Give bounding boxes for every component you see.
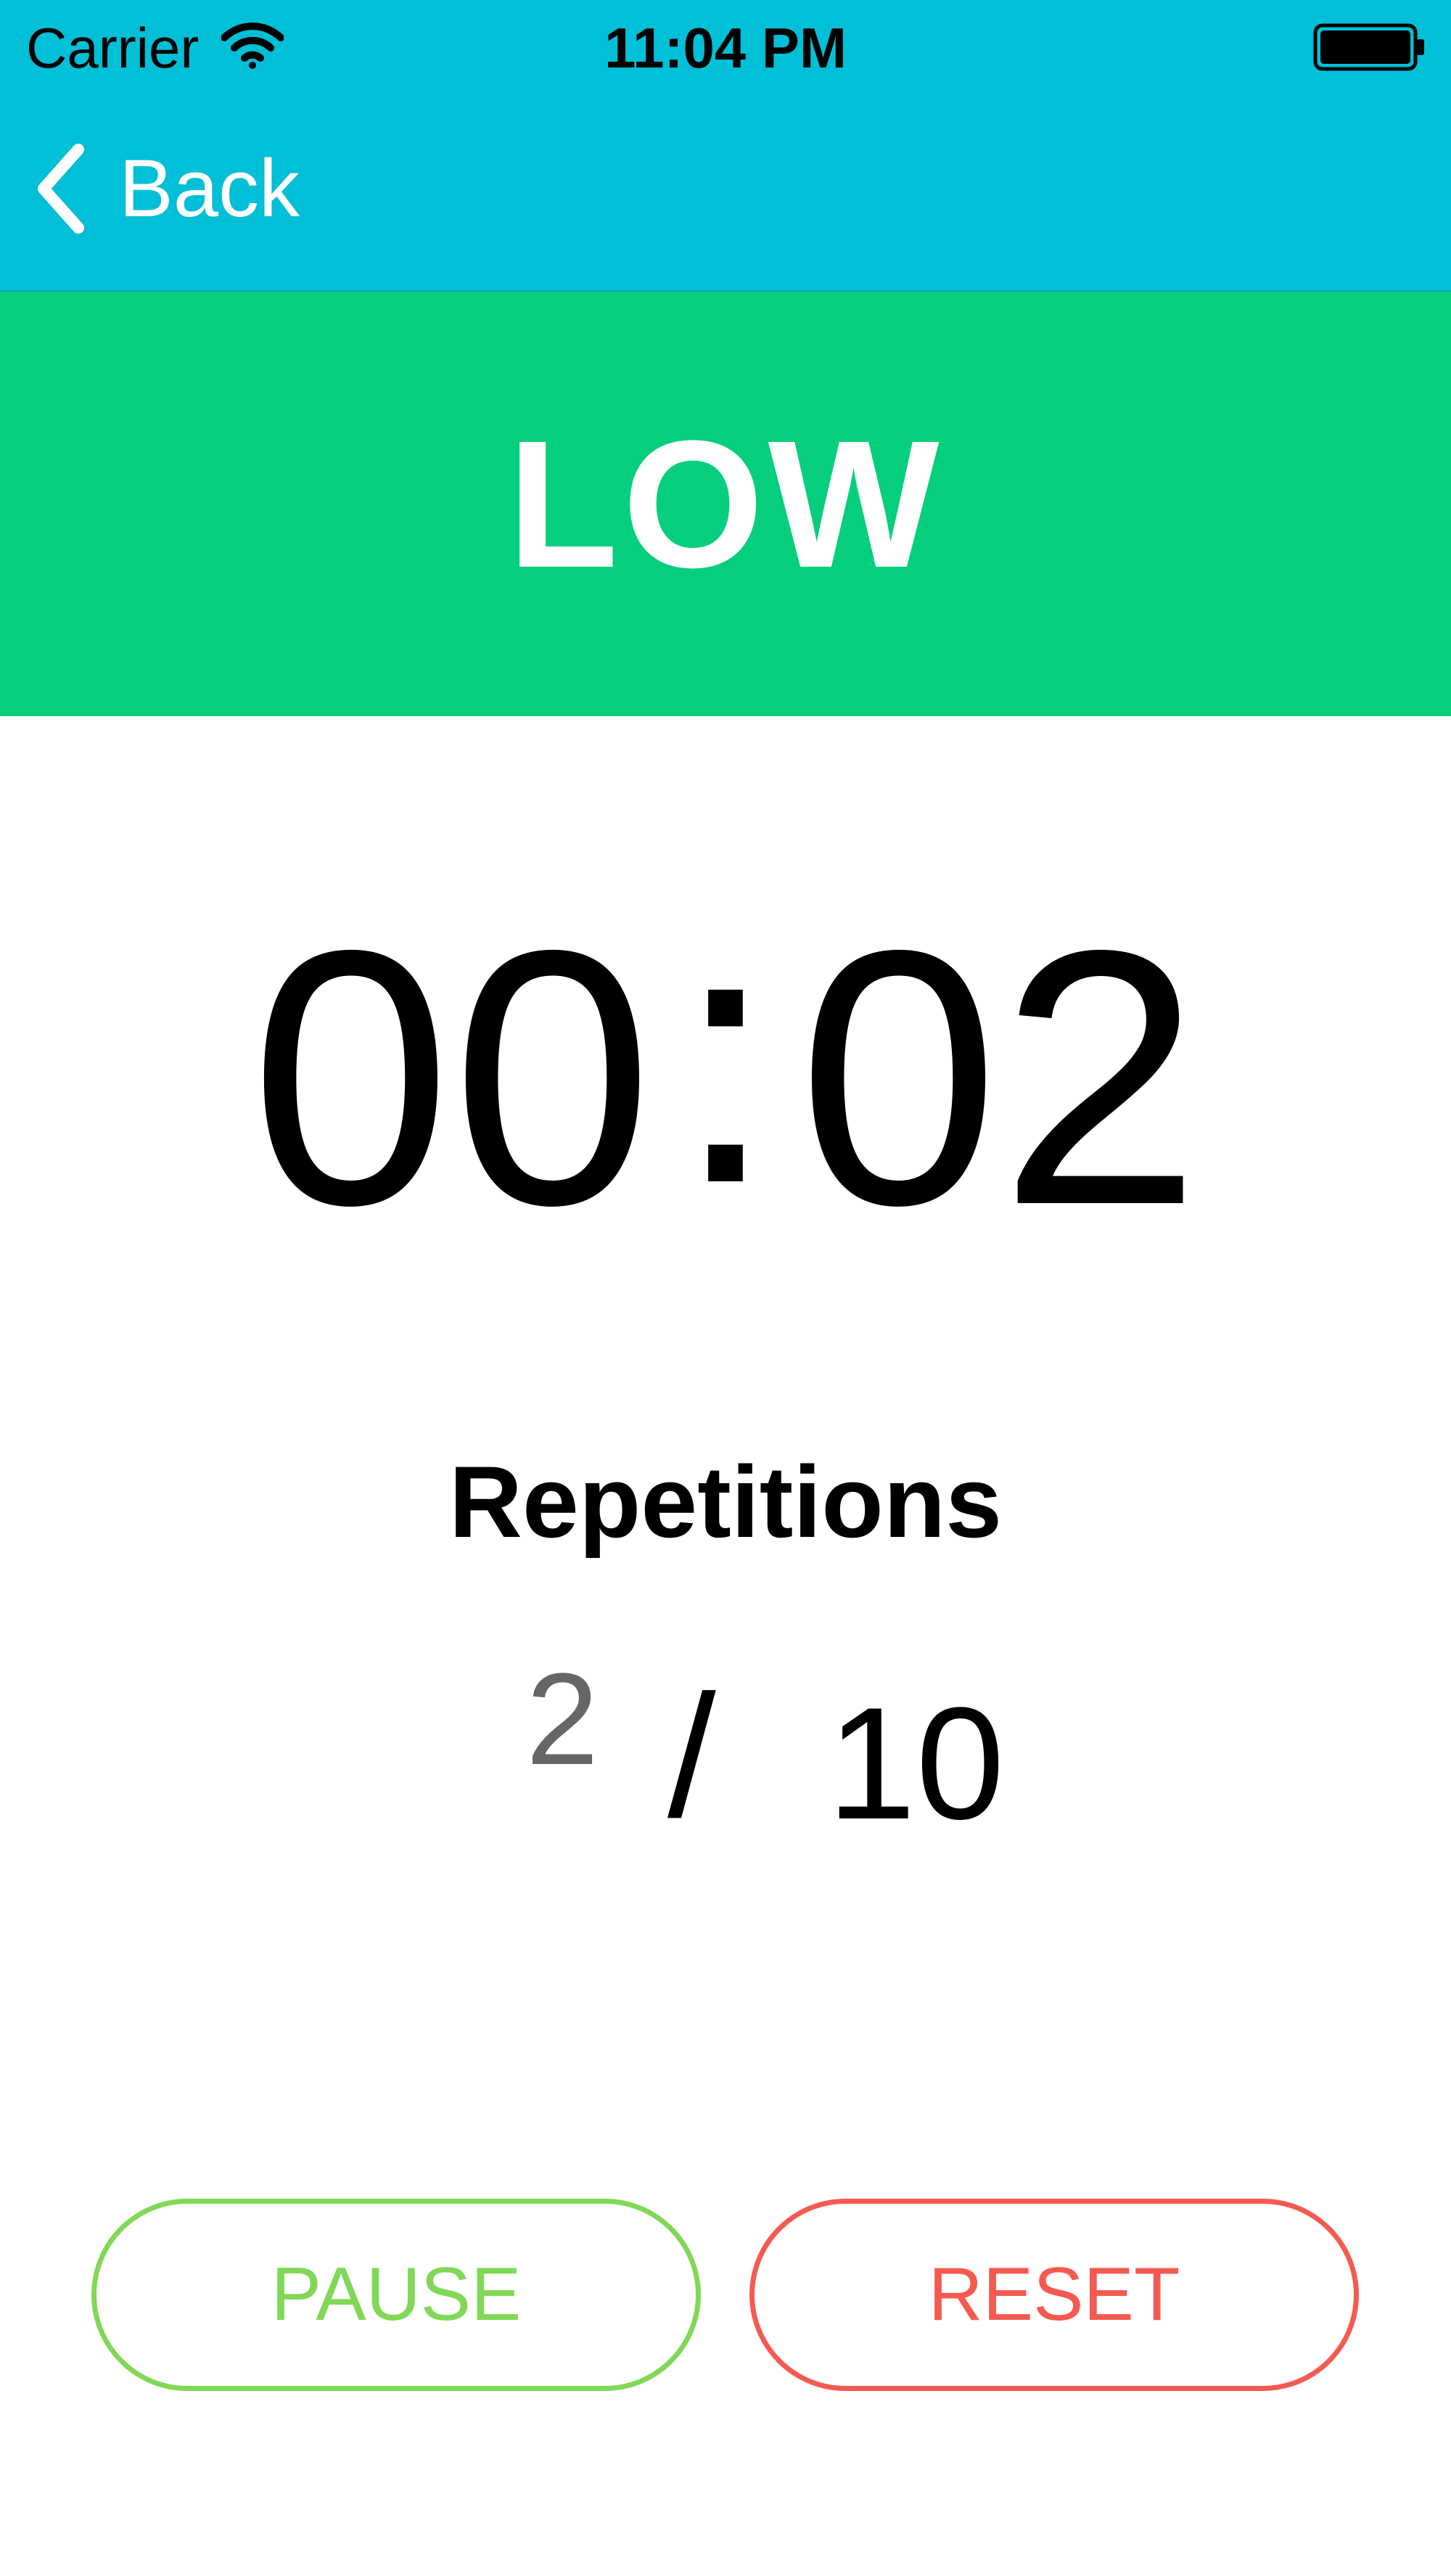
repetitions-counter: 2 / 10 [0, 1646, 1451, 1851]
timer-separator: : [675, 853, 776, 1258]
reset-button-label: RESET [928, 2252, 1180, 2337]
timer-minutes: 00 [250, 874, 654, 1280]
status-bar: Carrier 11:04 PM [0, 0, 1451, 94]
intensity-banner: LOW [0, 292, 1451, 716]
repetitions-total: 10 [827, 1674, 1005, 1853]
back-label: Back [119, 143, 300, 234]
repetitions-current: 2 [526, 1646, 599, 1792]
reset-button[interactable]: RESET [749, 2199, 1359, 2391]
status-time: 11:04 PM [604, 16, 847, 80]
navigation-bar: Carrier 11:04 PM Back [0, 0, 1451, 292]
battery-icon [1313, 23, 1424, 71]
back-button[interactable]: Back [33, 138, 300, 239]
pause-button-label: PAUSE [271, 2252, 522, 2337]
repetitions-title: Repetitions [448, 1445, 1003, 1559]
timer-seconds: 02 [797, 874, 1201, 1280]
countdown-timer: 00 : 02 [0, 874, 1451, 1259]
pause-button[interactable]: PAUSE [91, 2199, 701, 2391]
repetitions-separator: / [667, 1659, 716, 1853]
intensity-label: LOW [507, 402, 944, 605]
chevron-left-icon [38, 144, 84, 234]
